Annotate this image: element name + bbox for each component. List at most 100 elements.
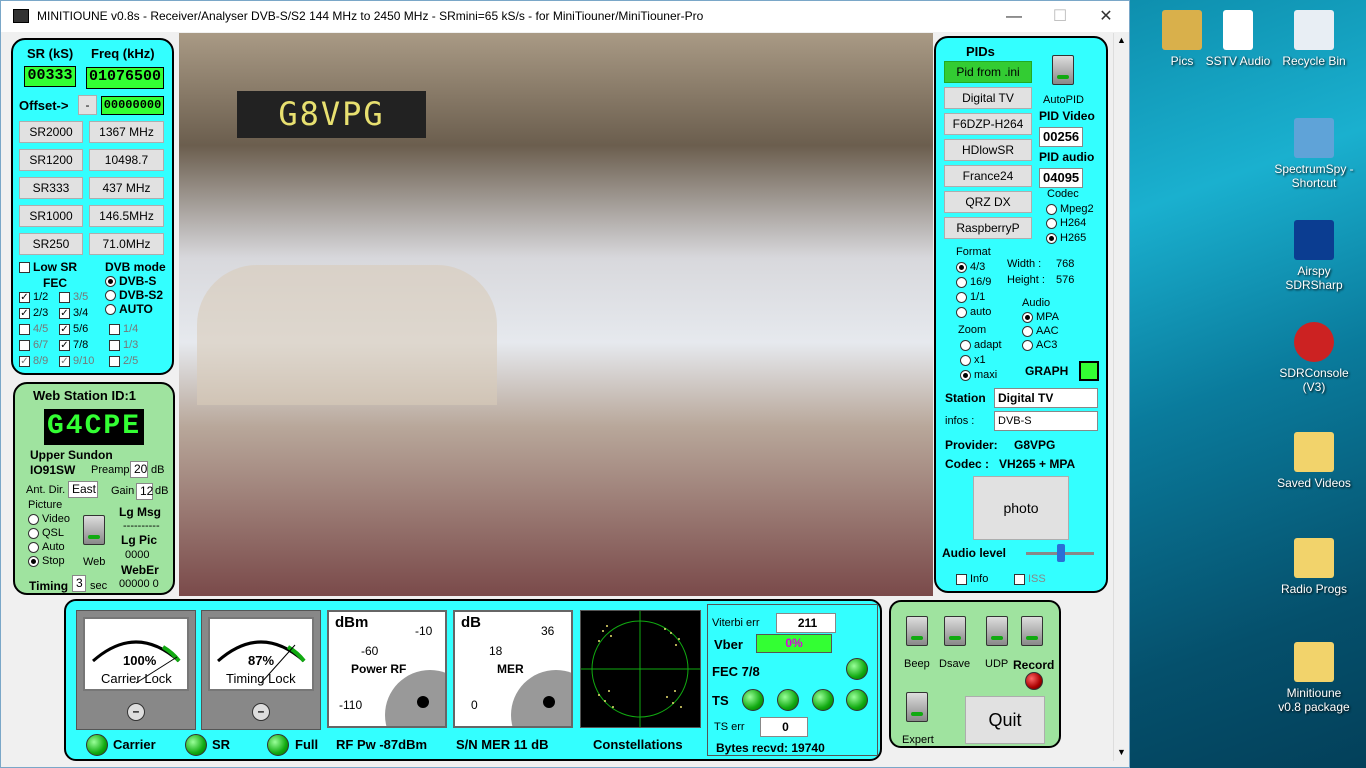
fec-2-3[interactable]: ✓ 2/3 [19,307,48,319]
auto-radio[interactable]: AUTO [105,302,153,316]
desktop-icon-sdrconsole[interactable]: SDRConsole (V3) [1274,322,1354,394]
full-led [267,734,289,756]
gain-field[interactable]: 12 [136,483,153,500]
picture-qsl-radio[interactable]: QSL [28,527,64,539]
audio-mpa-radio[interactable]: MPA [1022,311,1059,323]
desktop-icon-radio-progs[interactable]: Radio Progs [1274,538,1354,596]
freq-10498-button[interactable]: 10498.7 [89,149,164,171]
preset-hdlowsr-button[interactable]: HDlowSR [944,139,1032,161]
udp-toggle-switch[interactable] [986,616,1008,646]
fec-4-5[interactable]: 4/5 [19,323,48,335]
sr250-button[interactable]: SR250 [19,233,83,255]
fec-2-5[interactable]: 2/5 [109,355,138,367]
audio-ac3-radio[interactable]: AC3 [1022,339,1057,351]
freq-1367-button[interactable]: 1367 MHz [89,121,164,143]
format-16-9-radio[interactable]: 16/9 [956,276,991,288]
format-1-1-radio[interactable]: 1/1 [956,291,985,303]
fec-3-4[interactable]: ✓ 3/4 [59,307,88,319]
desktop-icon-recycle-bin[interactable]: Recycle Bin [1274,10,1354,68]
close-button[interactable]: ✕ [1083,1,1129,32]
pid-from-ini-button[interactable]: Pid from .ini [944,61,1032,83]
timing-field[interactable]: 3 [72,575,86,592]
maximize-button[interactable]: ☐ [1037,1,1083,32]
dsave-toggle-switch[interactable] [944,616,966,646]
info-checkbox[interactable]: Info [956,573,988,585]
desktop-icon-spectrumspy[interactable]: SpectrumSpy - Shortcut [1274,118,1354,190]
audio-level-slider[interactable] [1057,544,1065,562]
lg-msg-label: Lg Msg [119,505,161,519]
window-title: MINITIOUNE v0.8s - Receiver/Analyser DVB… [37,9,704,23]
fec-8-9[interactable]: ✓ 8/9 [19,355,48,367]
picture-video-radio[interactable]: Video [28,513,70,525]
sr333-button[interactable]: SR333 [19,177,83,199]
offset-sign-button[interactable]: - [78,95,97,115]
fec-1-3[interactable]: 1/3 [109,339,138,351]
codec-h264-radio[interactable]: H264 [1046,217,1086,229]
preset-digital-tv-button[interactable]: Digital TV [944,87,1032,109]
preset-qrz-dx-button[interactable]: QRZ DX [944,191,1032,213]
preamp-field[interactable]: 20 [130,461,148,478]
web-toggle-switch[interactable] [83,515,105,545]
ant-dir-field[interactable]: East [68,481,98,498]
carrier-lock-meter: 100% Carrier Lock – [76,610,196,730]
freq-value[interactable]: 01076500 [86,67,164,89]
freq-437-button[interactable]: 437 MHz [89,177,164,199]
minimize-button[interactable]: — [991,1,1037,32]
desktop-icon-saved-videos[interactable]: Saved Videos [1274,432,1354,490]
zoom-adapt-radio[interactable]: adapt [960,339,1002,351]
preset-france24-button[interactable]: France24 [944,165,1032,187]
sr1000-button[interactable]: SR1000 [19,205,83,227]
fec-7-8[interactable]: ✓ 7/8 [59,339,88,351]
quit-button[interactable]: Quit [965,696,1045,744]
codec-h265-radio[interactable]: H265 [1046,232,1086,244]
dvb-s-radio[interactable]: DVB-S [105,274,156,288]
beep-toggle-switch[interactable] [906,616,928,646]
offset-value[interactable]: 00000000 [101,96,164,115]
carrier-reset-knob[interactable]: – [127,703,145,721]
format-4-3-radio[interactable]: 4/3 [956,261,985,273]
desktop-icon-sstv-audio[interactable]: SSTV Audio [1198,10,1278,68]
preset-raspberryp-button[interactable]: RaspberryP [944,217,1032,239]
fec-5-6[interactable]: ✓ 5/6 [59,323,88,335]
scroll-up-icon[interactable]: ▲ [1117,35,1126,45]
pid-audio-field[interactable]: 04095 [1039,168,1083,188]
fec-1-4[interactable]: 1/4 [109,323,138,335]
dvb-s2-radio[interactable]: DVB-S2 [105,288,163,302]
sr2000-button[interactable]: SR2000 [19,121,83,143]
timing-reset-knob[interactable]: – [252,703,270,721]
record-toggle-switch[interactable] [1021,616,1043,646]
fec-1-2[interactable]: ✓ 1/2 [19,291,48,303]
iss-checkbox[interactable]: ISS [1014,573,1046,585]
pid-video-label: PID Video [1039,109,1095,123]
fec-3-5[interactable]: 3/5 [59,291,88,303]
sr1200-button[interactable]: SR1200 [19,149,83,171]
audio-aac-radio[interactable]: AAC [1022,325,1059,337]
autopid-toggle-switch[interactable] [1052,55,1074,85]
graph-checkbox[interactable] [1079,361,1099,381]
preamp-db: dB [151,464,165,476]
sr-value[interactable]: 00333 [24,66,76,87]
ts-led-3 [812,689,834,711]
vertical-scrollbar[interactable]: ▲ ▼ [1113,33,1129,761]
fec-9-10[interactable]: ✓ 9/10 [59,355,94,367]
picture-stop-radio[interactable]: Stop [28,555,65,567]
folder-icon [1162,10,1202,50]
format-auto-radio[interactable]: auto [956,306,991,318]
scroll-down-icon[interactable]: ▼ [1117,747,1126,757]
station-field[interactable]: Digital TV [994,388,1098,408]
infos-field[interactable]: DVB-S [994,411,1098,431]
desktop-icon-airspy[interactable]: Airspy SDRSharp [1274,220,1354,292]
freq-146-button[interactable]: 146.5MHz [89,205,164,227]
freq-71-button[interactable]: 71.0MHz [89,233,164,255]
expert-toggle-switch[interactable] [906,692,928,722]
photo-button[interactable]: photo [973,476,1069,540]
fec-6-7[interactable]: 6/7 [19,339,48,351]
desktop-icon-minitioune-package[interactable]: Minitioune v0.8 package [1274,642,1354,714]
pid-video-field[interactable]: 00256 [1039,127,1083,147]
zoom-maxi-radio[interactable]: maxi [960,369,997,381]
zoom-x1-radio[interactable]: x1 [960,354,986,366]
preset-f6dzp-button[interactable]: F6DZP-H264 [944,113,1032,135]
low-sr-checkbox[interactable]: Low SR [19,260,77,274]
codec-mpeg2-radio[interactable]: Mpeg2 [1046,203,1094,215]
picture-auto-radio[interactable]: Auto [28,541,65,553]
